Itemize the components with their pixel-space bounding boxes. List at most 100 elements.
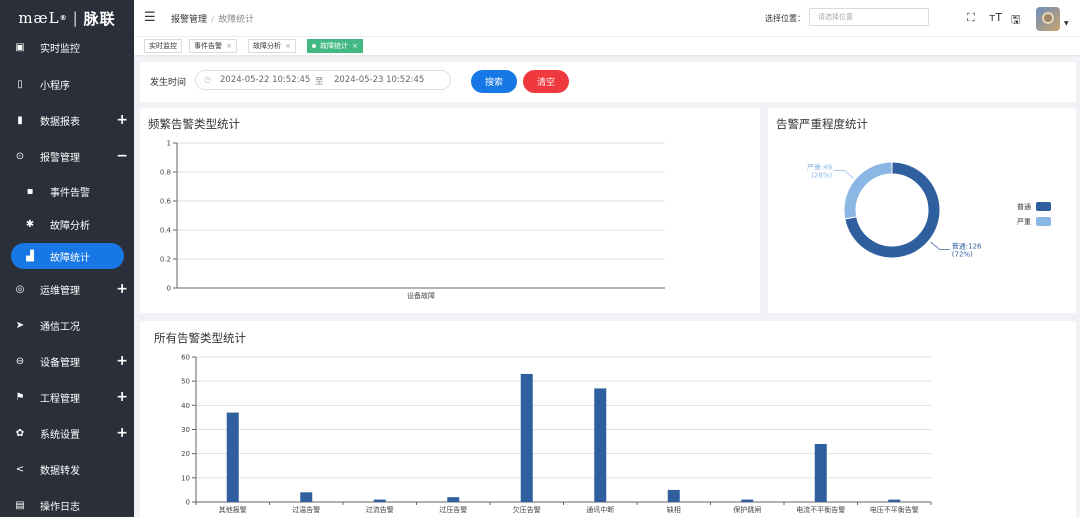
x-tick-label: 其他报警 [219,505,247,514]
avatar[interactable] [1036,7,1060,31]
tag-fault-statistics[interactable]: 故障统计 × [307,39,363,53]
sidebar-item-10[interactable]: ⚑ 工程管理 + [0,383,134,411]
sidebar-item-0[interactable]: ▣ 实时监控 [0,33,134,61]
sidebar-item-9[interactable]: ⊖ 设备管理 + [0,347,134,375]
location-select-input[interactable] [809,8,929,26]
tag-label: 事件告警 [194,42,222,50]
log-icon: ▤ [15,499,25,511]
all-alarm-chart: 0 10 20 30 40 50 60 其他报警 过温告警 过流告警 过压告警 欠压告警 通讯中断 缺相 保… [181,354,932,514]
tag-realtime-monitor[interactable]: 实时监控 [144,39,182,53]
severity-panel: 告警严重程度统计 普通:126 (72%) 严重:49 (28%) 普通 严重 [768,108,1076,313]
y-tick-label: 0.6 [160,198,172,206]
close-icon[interactable]: × [352,42,358,50]
donut-slice [843,161,893,220]
all-alarm-panel: 所有告警类型统计 0 10 20 30 40 50 60 其他报警 过温告警 过流告警 过压告警 欠压… [140,321,1076,517]
filter-panel: 发生时间 ◷ 2024-05-22 10:52:45 至 2024-05-23 … [140,62,1076,102]
sidebar-item-label: 系统设置 [40,429,80,441]
y-tick-label: 30 [181,426,190,434]
sidebar-item-3[interactable]: ⊙ 报警管理 − [0,142,134,170]
x-tick-label: 电压不平衡告警 [870,505,919,514]
expand-toggle-icon[interactable]: + [116,281,128,297]
bar [667,489,680,502]
y-tick-label: 0 [167,285,171,293]
slice-percent: (28%) [811,171,832,179]
expand-toggle-icon[interactable]: + [116,112,128,128]
avatar-dropdown-caret-icon[interactable]: ▼ [1064,20,1069,27]
bar [814,444,827,502]
y-tick-label: 1 [167,140,171,148]
sidebar-item-label: 报警管理 [40,152,80,164]
y-tick-label: 0.2 [160,256,171,264]
sidebar-item-label: 操作日志 [40,501,80,513]
font-size-icon[interactable]: ᴛT [989,11,1002,24]
end-date-input[interactable]: 2024-05-23 10:52:45 [334,75,424,85]
sidebar-item-2[interactable]: ▮ 数据报表 + [0,106,134,134]
search-button[interactable]: 搜索 [471,70,517,93]
sidebar-item-label: 故障分析 [50,220,90,232]
bar [594,388,607,502]
y-tick-label: 40 [181,402,190,410]
slice-label: 严重:49 [807,163,832,171]
legend-label: 普通 [1017,202,1031,211]
menu-toggle-icon[interactable]: ☰ [144,10,156,25]
tag-label: 故障分析 [253,42,281,50]
legend-swatch [1036,202,1051,211]
location-label: 选择位置： [765,14,805,23]
compass-icon: ◎ [15,283,25,295]
sidebar: mæL ® | 脉联 ▣ 实时监控 ▯ 小程序 ▮ 数据报表 + ⊙ 报警管理 − ▪ 事件告警 ✱ 故障分析 ▟… [0,0,134,517]
frequent-alarm-panel: 频繁告警类型统计 0 0.2 0.4 0.6 0.8 1 设备故障 [140,108,760,313]
x-tick-label: 欠压告警 [513,505,541,514]
book-icon: ▮ [17,114,23,126]
bar [226,412,239,502]
sidebar-item-5[interactable]: ✱ 故障分析 [0,210,134,238]
expand-toggle-icon[interactable]: + [116,389,128,405]
sidebar-item-label: 小程序 [40,80,70,92]
bar [888,499,901,502]
sidebar-item-11[interactable]: ✿ 系统设置 + [0,419,134,447]
x-tick-label: 缺相 [667,505,681,514]
sidebar-item-6[interactable]: ▟ 故障统计 [0,242,134,270]
sidebar-item-8[interactable]: ➤ 通信工况 [0,311,134,339]
bar [447,497,460,502]
sidebar-item-label: 通信工况 [40,321,80,333]
slice-percent: (72%) [952,251,973,259]
flag-icon: ⚑ [15,391,25,403]
expand-toggle-icon[interactable]: + [116,353,128,369]
y-tick-label: 20 [181,450,190,458]
expand-toggle-icon[interactable]: − [116,148,128,164]
x-tick-label: 过温告警 [292,505,320,514]
y-tick-label: 50 [181,378,190,386]
sidebar-item-13[interactable]: ▤ 操作日志 [0,491,134,517]
close-icon[interactable]: × [226,42,232,50]
bar [300,492,313,502]
date-range-picker[interactable]: ◷ 2024-05-22 10:52:45 至 2024-05-23 10:52… [195,70,451,90]
close-icon[interactable]: × [285,42,291,50]
alarm-icon: ⊙ [15,150,25,162]
mobile-icon: ▯ [17,78,23,90]
x-tick-label: 过压告警 [439,505,467,514]
sidebar-item-12[interactable]: < 数据转发 [0,455,134,483]
sidebar-item-4[interactable]: ▪ 事件告警 [0,177,134,205]
fullscreen-icon[interactable]: ⛶ [967,11,975,25]
expand-toggle-icon[interactable]: + [116,425,128,441]
sidebar-item-1[interactable]: ▯ 小程序 [0,70,134,98]
slice-leader-line [930,241,950,250]
save-icon[interactable]: 🖫 [1011,11,1020,30]
sidebar-item-label: 数据转发 [40,465,80,477]
sidebar-item-label: 设备管理 [40,357,80,369]
sidebar-item-7[interactable]: ◎ 运维管理 + [0,275,134,303]
breadcrumb-item-alarm-management[interactable]: 报警管理 [171,15,207,25]
clear-button[interactable]: 清空 [523,70,569,93]
occur-time-label: 发生时间 [150,78,187,88]
x-tick-label: 通讯中断 [586,505,614,514]
tag-label: 实时监控 [149,42,177,50]
bar-chart-icon: ▟ [26,250,34,262]
tag-event-alarm[interactable]: 事件告警 × [189,39,237,53]
date-range-separator: 至 [315,77,324,87]
tag-fault-analysis[interactable]: 故障分析 × [248,39,296,53]
clock-icon: ◷ [204,75,211,84]
y-tick-label: 0.4 [160,227,172,235]
breadcrumb-separator: / [211,15,215,25]
sidebar-item-label: 实时监控 [40,43,80,55]
start-date-input[interactable]: 2024-05-22 10:52:45 [220,75,310,85]
